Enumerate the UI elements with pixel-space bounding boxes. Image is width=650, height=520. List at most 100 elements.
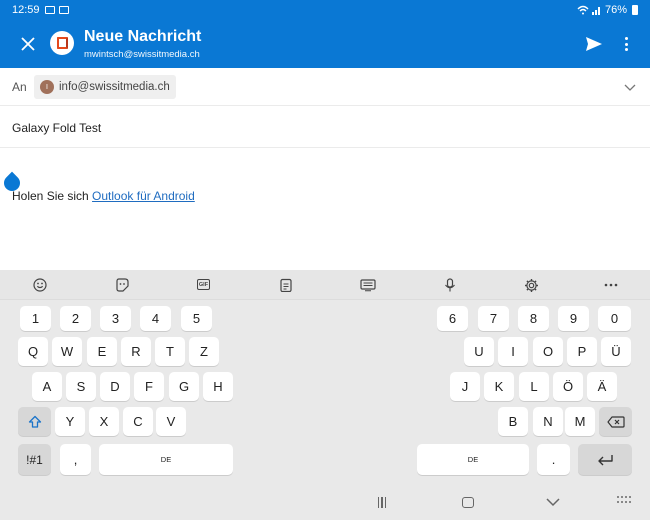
shift-icon <box>28 415 41 428</box>
key-d[interactable]: D <box>100 372 130 401</box>
comma-key[interactable]: , <box>60 444 91 475</box>
gear-icon <box>524 278 538 292</box>
key-s[interactable]: S <box>66 372 96 401</box>
sticker-button[interactable] <box>114 277 130 293</box>
status-time: 12:59 <box>12 4 40 16</box>
key-g[interactable]: G <box>169 372 199 401</box>
close-button[interactable] <box>16 32 40 56</box>
more-icon <box>604 283 618 287</box>
send-icon <box>586 37 602 51</box>
key-u[interactable]: U <box>464 337 494 366</box>
key-6[interactable]: 6 <box>437 306 468 331</box>
key-b[interactable]: B <box>498 407 528 436</box>
to-label: An <box>12 80 27 94</box>
key-k[interactable]: K <box>484 372 514 401</box>
home-button[interactable] <box>460 495 476 509</box>
close-icon <box>21 37 35 51</box>
avatar: I <box>40 80 54 94</box>
key-u-umlaut[interactable]: Ü <box>601 337 631 366</box>
key-q[interactable]: Q <box>18 337 48 366</box>
key-o[interactable]: O <box>533 337 563 366</box>
key-a-umlaut[interactable]: Ä <box>587 372 617 401</box>
key-a[interactable]: A <box>32 372 62 401</box>
recipient-address: info@swissitmedia.ch <box>59 81 170 93</box>
backspace-icon <box>606 415 625 428</box>
key-p[interactable]: P <box>567 337 597 366</box>
clipboard-button[interactable] <box>278 277 294 293</box>
office-logo-icon <box>50 31 74 55</box>
key-m[interactable]: M <box>565 407 595 436</box>
send-button[interactable] <box>584 34 604 54</box>
home-icon <box>462 496 474 508</box>
key-z[interactable]: Z <box>189 337 219 366</box>
emoji-button[interactable] <box>32 277 48 293</box>
key-l[interactable]: L <box>519 372 549 401</box>
gif-label: GIF <box>198 281 209 288</box>
key-w[interactable]: W <box>52 337 82 366</box>
shift-key[interactable] <box>18 407 51 436</box>
recents-button[interactable] <box>374 495 390 509</box>
microphone-icon <box>445 277 455 291</box>
key-9[interactable]: 9 <box>558 306 589 331</box>
key-o-umlaut[interactable]: Ö <box>553 372 583 401</box>
signal-icon <box>591 7 600 15</box>
emoji-icon <box>33 278 47 292</box>
key-0[interactable]: 0 <box>598 306 631 331</box>
clipboard-icon <box>280 278 292 292</box>
keyboard-icon <box>360 279 376 292</box>
key-v[interactable]: V <box>156 407 186 436</box>
battery-percent: 76% <box>604 4 627 16</box>
key-f[interactable]: F <box>134 372 164 401</box>
notification-icon <box>44 6 55 14</box>
more-options-button[interactable] <box>618 34 634 54</box>
outlook-compose-screen: 12:59 76% Neue Nachricht mwintsch@swissi… <box>0 0 650 520</box>
wifi-icon <box>577 5 589 15</box>
key-2[interactable]: 2 <box>60 306 91 331</box>
period-key[interactable]: . <box>537 444 570 475</box>
battery-icon <box>632 5 638 15</box>
key-c[interactable]: C <box>123 407 153 436</box>
sticker-icon <box>116 278 129 292</box>
enter-key[interactable] <box>578 444 632 475</box>
key-7[interactable]: 7 <box>478 306 509 331</box>
outlook-android-link[interactable]: Outlook für Android <box>92 189 195 203</box>
key-3[interactable]: 3 <box>100 306 131 331</box>
status-right: 76% <box>577 4 638 16</box>
key-n[interactable]: N <box>533 407 563 436</box>
message-body[interactable]: Holen Sie sich Outlook für Android <box>12 189 195 203</box>
body-text: Holen Sie sich <box>12 189 93 203</box>
compose-header: Neue Nachricht mwintsch@swissitmedia.ch <box>0 20 650 68</box>
key-x[interactable]: X <box>89 407 119 436</box>
key-r[interactable]: R <box>121 337 151 366</box>
space-key-right[interactable]: DE <box>417 444 529 475</box>
symbols-key[interactable]: !#1 <box>18 444 51 475</box>
page-title: Neue Nachricht <box>84 28 202 45</box>
gallery-icon <box>58 6 69 14</box>
key-h[interactable]: H <box>203 372 233 401</box>
keyboard-mode-button[interactable] <box>360 277 376 293</box>
backspace-key[interactable] <box>599 407 632 436</box>
keyboard-switch-button[interactable] <box>617 495 631 504</box>
back-button[interactable] <box>545 495 561 509</box>
sender-account[interactable]: mwintsch@swissitmedia.ch <box>84 49 200 60</box>
voice-input-button[interactable] <box>442 277 458 293</box>
key-t[interactable]: T <box>155 337 185 366</box>
enter-icon <box>598 454 613 465</box>
key-i[interactable]: I <box>498 337 528 366</box>
key-8[interactable]: 8 <box>518 306 549 331</box>
keyboard-settings-button[interactable] <box>523 277 539 293</box>
key-1[interactable]: 1 <box>20 306 51 331</box>
recipient-chip[interactable]: I info@swissitmedia.ch <box>34 75 176 99</box>
status-bar: 12:59 76% <box>0 0 650 20</box>
gif-button[interactable]: GIF <box>197 279 210 290</box>
keyboard-more-button[interactable] <box>603 277 619 293</box>
space-key-left[interactable]: DE <box>99 444 233 475</box>
key-5[interactable]: 5 <box>181 306 212 331</box>
keyboard-toolbar <box>0 270 650 300</box>
key-4[interactable]: 4 <box>140 306 171 331</box>
key-y[interactable]: Y <box>55 407 85 436</box>
key-j[interactable]: J <box>450 372 480 401</box>
expand-recipients-button[interactable] <box>624 80 636 92</box>
key-e[interactable]: E <box>87 337 117 366</box>
chevron-down-icon <box>546 498 560 507</box>
